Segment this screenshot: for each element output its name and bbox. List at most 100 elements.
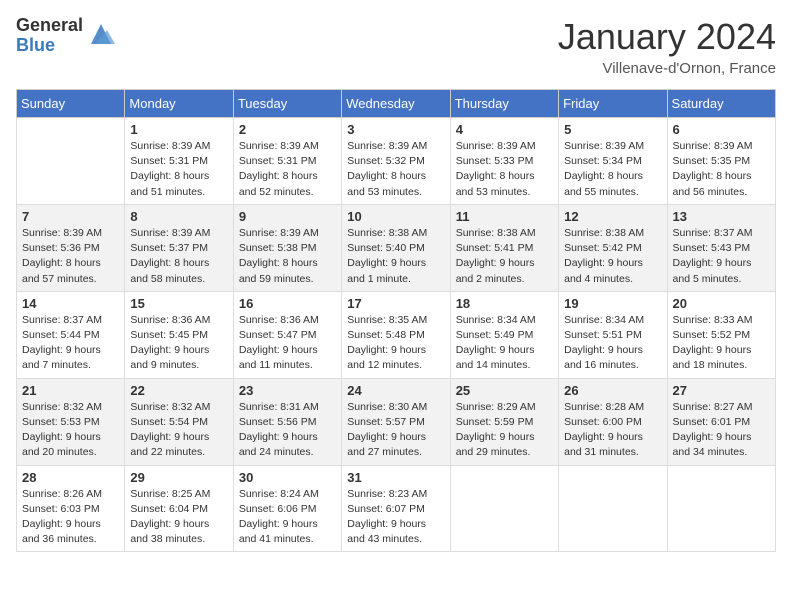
calendar-cell: 17Sunrise: 8:35 AM Sunset: 5:48 PM Dayli… bbox=[342, 291, 450, 378]
calendar-table: SundayMondayTuesdayWednesdayThursdayFrid… bbox=[16, 89, 776, 552]
day-number: 4 bbox=[456, 122, 553, 137]
day-info: Sunrise: 8:29 AM Sunset: 5:59 PM Dayligh… bbox=[456, 400, 553, 461]
day-number: 2 bbox=[239, 122, 336, 137]
calendar-cell: 27Sunrise: 8:27 AM Sunset: 6:01 PM Dayli… bbox=[667, 378, 775, 465]
calendar-header-row: SundayMondayTuesdayWednesdayThursdayFrid… bbox=[17, 90, 776, 118]
calendar-cell: 16Sunrise: 8:36 AM Sunset: 5:47 PM Dayli… bbox=[233, 291, 341, 378]
day-info: Sunrise: 8:39 AM Sunset: 5:36 PM Dayligh… bbox=[22, 226, 119, 287]
location-subtitle: Villenave-d'Ornon, France bbox=[558, 60, 776, 77]
calendar-cell: 18 Sunrise: 8:34 AM Sunset: 5:49 PM Dayli… bbox=[450, 291, 558, 378]
day-number: 26 bbox=[564, 383, 661, 398]
calendar-cell: 19 Sunrise: 8:34 AM Sunset: 5:51 PM Dayli… bbox=[559, 291, 667, 378]
day-number: 25 bbox=[456, 383, 553, 398]
calendar-week-row: 1 Sunrise: 8:39 AM Sunset: 5:31 PM Daylig… bbox=[17, 118, 776, 205]
calendar-cell: 10 Sunrise: 8:38 AM Sunset: 5:40 PM Dayli… bbox=[342, 204, 450, 291]
day-info: Sunrise: 8:39 AM Sunset: 5:33 PM Dayligh… bbox=[456, 139, 553, 200]
day-info: Sunrise: 8:37 AM Sunset: 5:43 PM Dayligh… bbox=[673, 226, 770, 287]
calendar-cell: 26 Sunrise: 8:28 AM Sunset: 6:00 PM Dayli… bbox=[559, 378, 667, 465]
day-number: 23 bbox=[239, 383, 336, 398]
weekday-header: Friday bbox=[559, 90, 667, 118]
calendar-cell: 31 Sunrise: 8:23 AM Sunset: 6:07 PM Dayli… bbox=[342, 465, 450, 552]
calendar-cell: 6 Sunrise: 8:39 AM Sunset: 5:35 PM Daylig… bbox=[667, 118, 775, 205]
day-number: 7 bbox=[22, 209, 119, 224]
calendar-cell: 28 Sunrise: 8:26 AM Sunset: 6:03 PM Dayli… bbox=[17, 465, 125, 552]
calendar-cell: 30 Sunrise: 8:24 AM Sunset: 6:06 PM Dayli… bbox=[233, 465, 341, 552]
calendar-cell: 1Sunrise: 8:39 AM Sunset: 5:31 PM Daylig… bbox=[125, 118, 233, 205]
day-info: Sunrise: 8:39 AM Sunset: 5:32 PM Dayligh… bbox=[347, 139, 444, 200]
logo: General Blue bbox=[16, 16, 115, 56]
calendar-week-row: 14 Sunrise: 8:37 AM Sunset: 5:44 PM Dayli… bbox=[17, 291, 776, 378]
day-number: 10 bbox=[347, 209, 444, 224]
day-info: Sunrise: 8:34 AM Sunset: 5:49 PM Dayligh… bbox=[456, 313, 553, 374]
day-info: Sunrise: 8:39 AM Sunset: 5:34 PM Dayligh… bbox=[564, 139, 661, 200]
day-number: 22 bbox=[130, 383, 227, 398]
calendar-cell bbox=[667, 465, 775, 552]
day-info: Sunrise: 8:32 AM Sunset: 5:53 PM Dayligh… bbox=[22, 400, 119, 461]
day-info: Sunrise: 8:39 AM Sunset: 5:31 PM Dayligh… bbox=[239, 139, 336, 200]
day-info: Sunrise: 8:23 AM Sunset: 6:07 PM Dayligh… bbox=[347, 487, 444, 548]
day-info: Sunrise: 8:28 AM Sunset: 6:00 PM Dayligh… bbox=[564, 400, 661, 461]
calendar-cell: 24 Sunrise: 8:30 AM Sunset: 5:57 PM Dayli… bbox=[342, 378, 450, 465]
day-info: Sunrise: 8:27 AM Sunset: 6:01 PM Dayligh… bbox=[673, 400, 770, 461]
calendar-cell: 22 Sunrise: 8:32 AM Sunset: 5:54 PM Dayli… bbox=[125, 378, 233, 465]
day-info: Sunrise: 8:30 AM Sunset: 5:57 PM Dayligh… bbox=[347, 400, 444, 461]
logo-blue-text: Blue bbox=[16, 36, 83, 56]
day-number: 9 bbox=[239, 209, 336, 224]
day-number: 24 bbox=[347, 383, 444, 398]
calendar-week-row: 21 Sunrise: 8:32 AM Sunset: 5:53 PM Dayli… bbox=[17, 378, 776, 465]
page-header: General Blue January 2024 Villenave-d'Or… bbox=[16, 16, 776, 77]
calendar-cell: 21 Sunrise: 8:32 AM Sunset: 5:53 PM Dayli… bbox=[17, 378, 125, 465]
calendar-cell bbox=[559, 465, 667, 552]
day-info: Sunrise: 8:37 AM Sunset: 5:44 PM Dayligh… bbox=[22, 313, 119, 374]
calendar-cell: 8 Sunrise: 8:39 AM Sunset: 5:37 PM Daylig… bbox=[125, 204, 233, 291]
day-info: Sunrise: 8:36 AM Sunset: 5:45 PM Dayligh… bbox=[130, 313, 227, 374]
day-info: Sunrise: 8:39 AM Sunset: 5:35 PM Dayligh… bbox=[673, 139, 770, 200]
day-info: Sunrise: 8:39 AM Sunset: 5:37 PM Dayligh… bbox=[130, 226, 227, 287]
day-info: Sunrise: 8:38 AM Sunset: 5:41 PM Dayligh… bbox=[456, 226, 553, 287]
day-info: Sunrise: 8:35 AM Sunset: 5:48 PM Dayligh… bbox=[347, 313, 444, 374]
day-info: Sunrise: 8:26 AM Sunset: 6:03 PM Dayligh… bbox=[22, 487, 119, 548]
calendar-cell: 4 Sunrise: 8:39 AM Sunset: 5:33 PM Daylig… bbox=[450, 118, 558, 205]
day-number: 19 bbox=[564, 296, 661, 311]
day-number: 6 bbox=[673, 122, 770, 137]
calendar-cell bbox=[450, 465, 558, 552]
calendar-cell: 2 Sunrise: 8:39 AM Sunset: 5:31 PM Daylig… bbox=[233, 118, 341, 205]
day-number: 11 bbox=[456, 209, 553, 224]
weekday-header: Wednesday bbox=[342, 90, 450, 118]
day-info: Sunrise: 8:24 AM Sunset: 6:06 PM Dayligh… bbox=[239, 487, 336, 548]
calendar-cell: 20Sunrise: 8:33 AM Sunset: 5:52 PM Dayli… bbox=[667, 291, 775, 378]
calendar-cell: 23 Sunrise: 8:31 AM Sunset: 5:56 PM Dayli… bbox=[233, 378, 341, 465]
day-number: 30 bbox=[239, 470, 336, 485]
day-number: 29 bbox=[130, 470, 227, 485]
calendar-cell: 5Sunrise: 8:39 AM Sunset: 5:34 PM Daylig… bbox=[559, 118, 667, 205]
day-number: 1 bbox=[130, 122, 227, 137]
weekday-header: Saturday bbox=[667, 90, 775, 118]
day-number: 13 bbox=[673, 209, 770, 224]
day-info: Sunrise: 8:33 AM Sunset: 5:52 PM Dayligh… bbox=[673, 313, 770, 374]
weekday-header: Monday bbox=[125, 90, 233, 118]
calendar-cell: 29Sunrise: 8:25 AM Sunset: 6:04 PM Dayli… bbox=[125, 465, 233, 552]
weekday-header: Tuesday bbox=[233, 90, 341, 118]
day-info: Sunrise: 8:38 AM Sunset: 5:40 PM Dayligh… bbox=[347, 226, 444, 287]
calendar-cell: 14 Sunrise: 8:37 AM Sunset: 5:44 PM Dayli… bbox=[17, 291, 125, 378]
day-info: Sunrise: 8:34 AM Sunset: 5:51 PM Dayligh… bbox=[564, 313, 661, 374]
calendar-cell: 25 Sunrise: 8:29 AM Sunset: 5:59 PM Dayli… bbox=[450, 378, 558, 465]
day-number: 14 bbox=[22, 296, 119, 311]
day-info: Sunrise: 8:31 AM Sunset: 5:56 PM Dayligh… bbox=[239, 400, 336, 461]
day-number: 8 bbox=[130, 209, 227, 224]
logo-icon bbox=[87, 20, 115, 48]
day-number: 16 bbox=[239, 296, 336, 311]
calendar-cell bbox=[17, 118, 125, 205]
calendar-cell: 15 Sunrise: 8:36 AM Sunset: 5:45 PM Dayli… bbox=[125, 291, 233, 378]
day-number: 3 bbox=[347, 122, 444, 137]
day-info: Sunrise: 8:32 AM Sunset: 5:54 PM Dayligh… bbox=[130, 400, 227, 461]
day-info: Sunrise: 8:38 AM Sunset: 5:42 PM Dayligh… bbox=[564, 226, 661, 287]
calendar-cell: 13 Sunrise: 8:37 AM Sunset: 5:43 PM Dayli… bbox=[667, 204, 775, 291]
day-info: Sunrise: 8:39 AM Sunset: 5:38 PM Dayligh… bbox=[239, 226, 336, 287]
day-number: 31 bbox=[347, 470, 444, 485]
month-title: January 2024 bbox=[558, 16, 776, 58]
day-number: 18 bbox=[456, 296, 553, 311]
day-number: 21 bbox=[22, 383, 119, 398]
day-number: 28 bbox=[22, 470, 119, 485]
day-number: 15 bbox=[130, 296, 227, 311]
